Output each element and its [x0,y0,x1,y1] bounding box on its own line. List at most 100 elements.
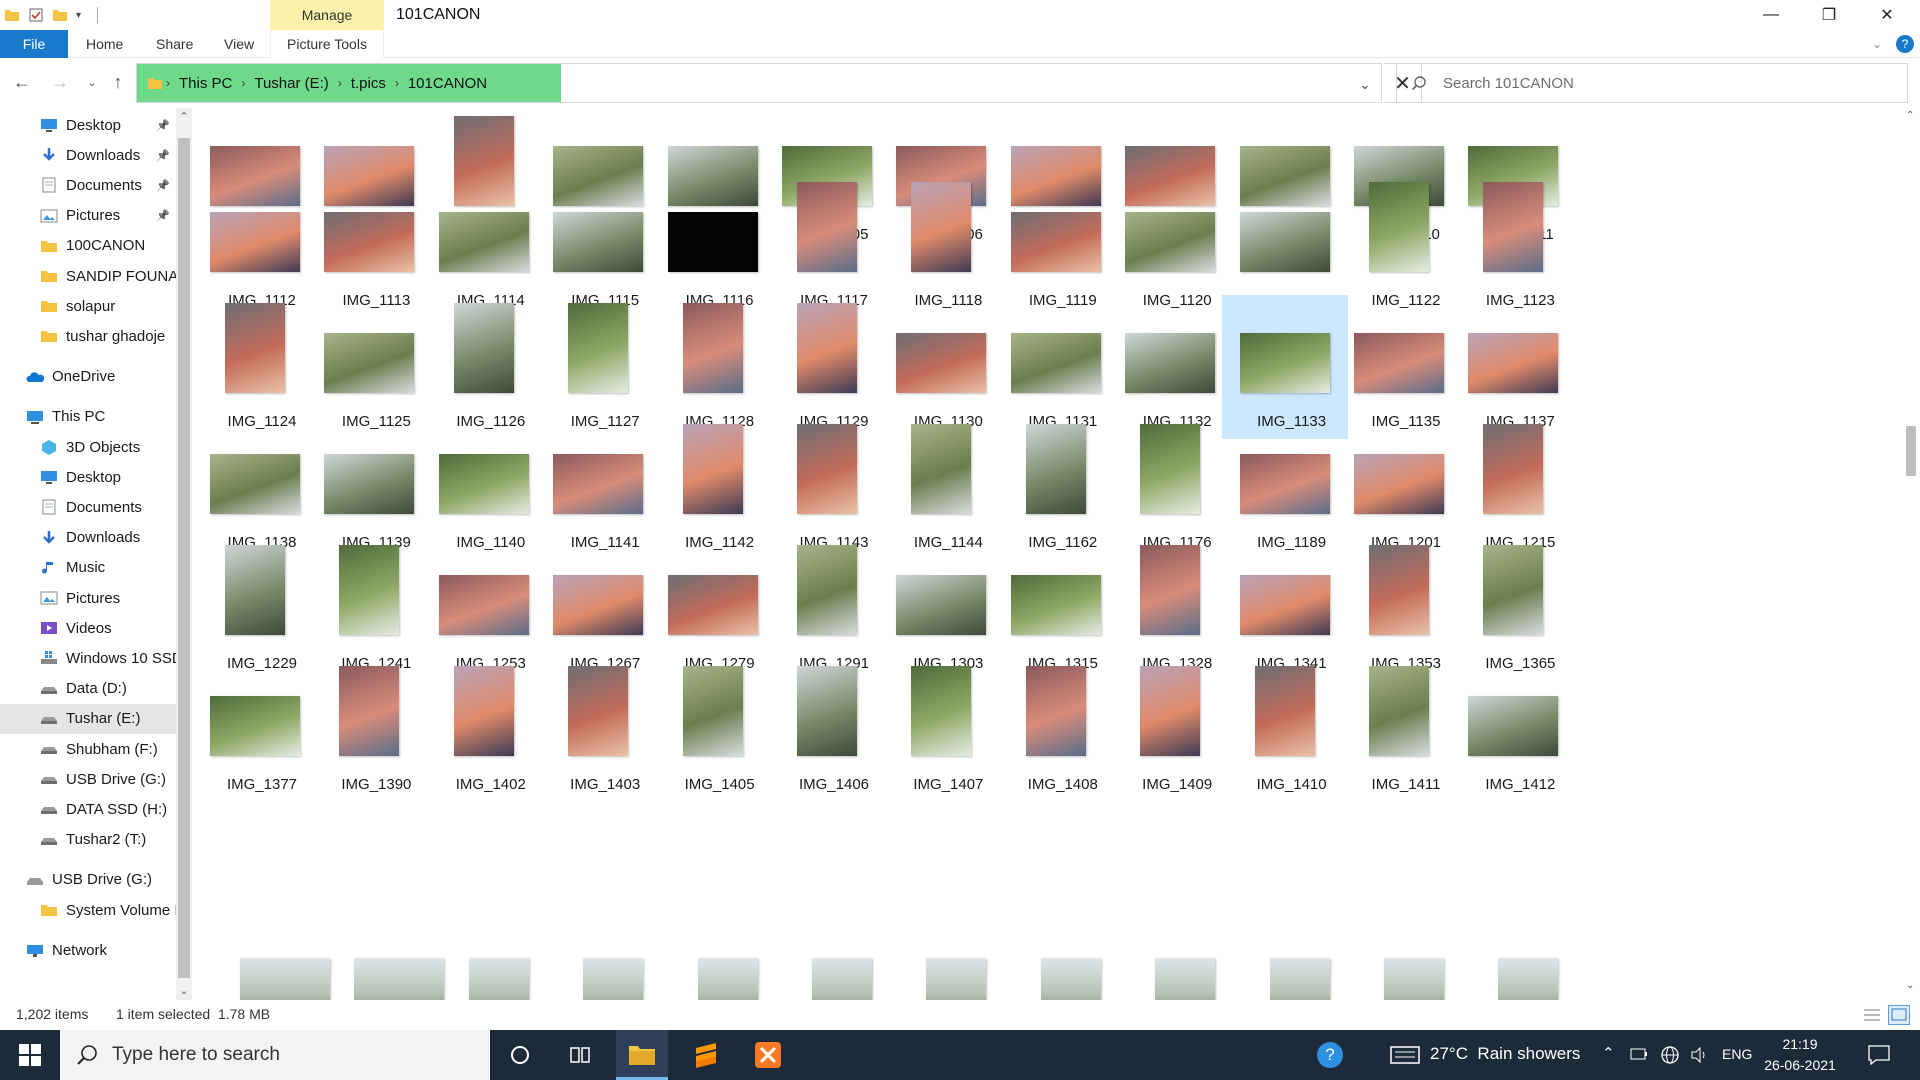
image-thumbnail[interactable] [354,958,445,1000]
sublime-text-icon[interactable] [680,1030,732,1080]
this-pc-item[interactable]: Downloads [0,523,176,553]
file-tile[interactable]: IMG_1412 [1450,658,1576,802]
breadcrumb-this-pc[interactable]: This PC [179,75,232,92]
chevron-down-icon[interactable]: ⌄ [1355,74,1375,94]
weather-text[interactable]: 27°C Rain showers [1430,1044,1580,1064]
image-thumbnail[interactable] [1040,958,1101,1000]
breadcrumb-folder[interactable]: t.pics [351,75,386,92]
sidebar-item-network[interactable]: Network [0,935,176,965]
this-pc-item[interactable]: 3D Objects [0,432,176,462]
start-button[interactable] [0,1030,60,1080]
file-tile[interactable]: IMG_1405 [650,658,776,802]
tab-view[interactable]: View [224,30,254,58]
tab-home[interactable]: Home [86,30,123,58]
quick-access-item[interactable]: Desktop 📌 [0,110,176,140]
file-tile[interactable]: IMG_1406 [764,658,890,802]
this-pc-item[interactable]: USB Drive (G:) [0,764,176,794]
file-tile[interactable]: IMG_1402 [421,658,547,802]
this-pc-item[interactable]: Tushar2 (T:) [0,825,176,855]
quick-access-item[interactable]: Documents 📌 [0,170,176,200]
close-button[interactable]: ✕ [1858,0,1916,30]
sidebar-item-system-volume[interactable]: System Volume I [0,895,176,925]
forward-arrow-icon[interactable]: → [48,70,72,94]
this-pc-item[interactable]: Pictures [0,583,176,613]
help-tips-icon[interactable]: ? [1304,1030,1356,1080]
file-tile[interactable]: IMG_1403 [535,658,661,802]
this-pc-item[interactable]: Tushar (E:) [0,703,176,734]
back-arrow-icon[interactable]: ← [10,70,34,94]
sidebar-item-this-pc[interactable]: This PC [0,402,176,432]
image-thumbnail[interactable] [1384,958,1444,1000]
image-thumbnail[interactable] [1498,958,1559,1000]
sidebar-item-onedrive[interactable]: OneDrive [0,362,176,392]
quick-access-item[interactable]: tushar ghadoje [0,321,176,351]
image-thumbnail[interactable] [812,958,872,1000]
sidebar-item-usb-drive[interactable]: USB Drive (G:) [0,865,176,895]
taskbar-search-box[interactable]: Type here to search [60,1030,490,1080]
notifications-icon[interactable] [1868,1045,1890,1065]
this-pc-item[interactable]: DATA SSD (H:) [0,794,176,824]
this-pc-item[interactable]: Music [0,553,176,583]
file-tile[interactable]: IMG_1407 [878,658,1004,802]
image-thumbnail[interactable] [583,958,644,1000]
tab-file[interactable]: File [0,30,68,58]
nav-scrollbar[interactable]: ⌃ ⌄ [176,108,192,1000]
scroll-up-icon[interactable]: ⌃ [178,110,190,123]
quick-access-item[interactable]: Downloads 📌 [0,140,176,170]
network-globe-icon[interactable] [1660,1045,1680,1065]
quick-access-item[interactable]: solapur [0,291,176,321]
customize-qat-icon[interactable]: ▾ [76,10,81,21]
input-language[interactable]: ENG [1722,1046,1752,1062]
this-pc-item[interactable]: Desktop [0,462,176,492]
image-thumbnail[interactable] [926,958,987,1000]
image-thumbnail[interactable] [1155,958,1216,1000]
file-tile[interactable]: IMG_1411 [1336,658,1462,802]
file-tile[interactable]: IMG_1377 [192,658,318,802]
xampp-icon[interactable] [742,1030,794,1080]
maximize-button[interactable]: ❐ [1800,0,1858,30]
image-thumbnail[interactable] [697,958,758,1000]
weather-icon[interactable] [1390,1044,1420,1066]
quick-access-item[interactable]: Pictures 📌 [0,201,176,231]
recent-locations-icon[interactable]: ⌄ [80,70,104,94]
help-icon[interactable]: ? [1896,30,1914,58]
nav-scrollbar-thumb[interactable] [178,138,190,978]
file-tile[interactable]: IMG_1409 [1107,658,1233,802]
image-thumbnail[interactable] [1269,958,1330,1000]
tab-manage[interactable]: Manage [270,0,384,30]
content-scrollbar-thumb[interactable] [1906,426,1916,476]
properties-icon[interactable] [28,7,44,23]
address-bar[interactable]: › This PC › Tushar (E:) › t.pics › 101CA… [136,63,1382,103]
expand-ribbon-icon[interactable]: ⌄ [1872,30,1882,58]
new-folder-icon[interactable] [52,7,68,23]
search-input[interactable]: Search 101CANON [1396,63,1908,103]
file-tile[interactable]: IMG_1410 [1222,658,1348,802]
breadcrumb-current[interactable]: 101CANON [408,75,487,92]
breadcrumb-drive[interactable]: Tushar (E:) [254,75,328,92]
this-pc-item[interactable]: Data (D:) [0,674,176,704]
scroll-up-icon[interactable]: ⌃ [1906,110,1914,121]
up-arrow-icon[interactable]: ↑ [106,70,130,94]
tab-picture-tools[interactable]: Picture Tools [270,30,384,58]
image-thumbnail[interactable] [240,958,330,1000]
file-explorer-taskbar-icon[interactable] [616,1030,668,1080]
scroll-down-icon[interactable]: ⌄ [178,984,190,997]
this-pc-item[interactable]: Documents [0,492,176,522]
volume-icon[interactable] [1690,1046,1708,1064]
details-view-icon[interactable] [1862,1006,1882,1024]
cortana-icon[interactable] [494,1030,546,1080]
clock[interactable]: 21:19 26-06-2021 [1760,1034,1840,1076]
this-pc-item[interactable]: Shubham (F:) [0,734,176,764]
image-thumbnail[interactable] [468,958,529,1000]
quick-access-item[interactable]: 100CANON [0,231,176,261]
this-pc-item[interactable]: Videos [0,613,176,643]
battery-icon[interactable] [1630,1048,1648,1060]
content-scrollbar[interactable]: ⌃ ⌄ [1902,108,1920,1000]
tab-share[interactable]: Share [156,30,193,58]
scroll-down-icon[interactable]: ⌄ [1906,980,1914,991]
chevron-up-icon[interactable]: ⌃ [1602,1044,1615,1062]
file-tile[interactable]: IMG_1390 [306,658,432,802]
task-view-icon[interactable] [554,1030,606,1080]
this-pc-item[interactable]: Windows 10 SSD [0,643,176,673]
large-icons-view-icon[interactable] [1888,1005,1910,1025]
